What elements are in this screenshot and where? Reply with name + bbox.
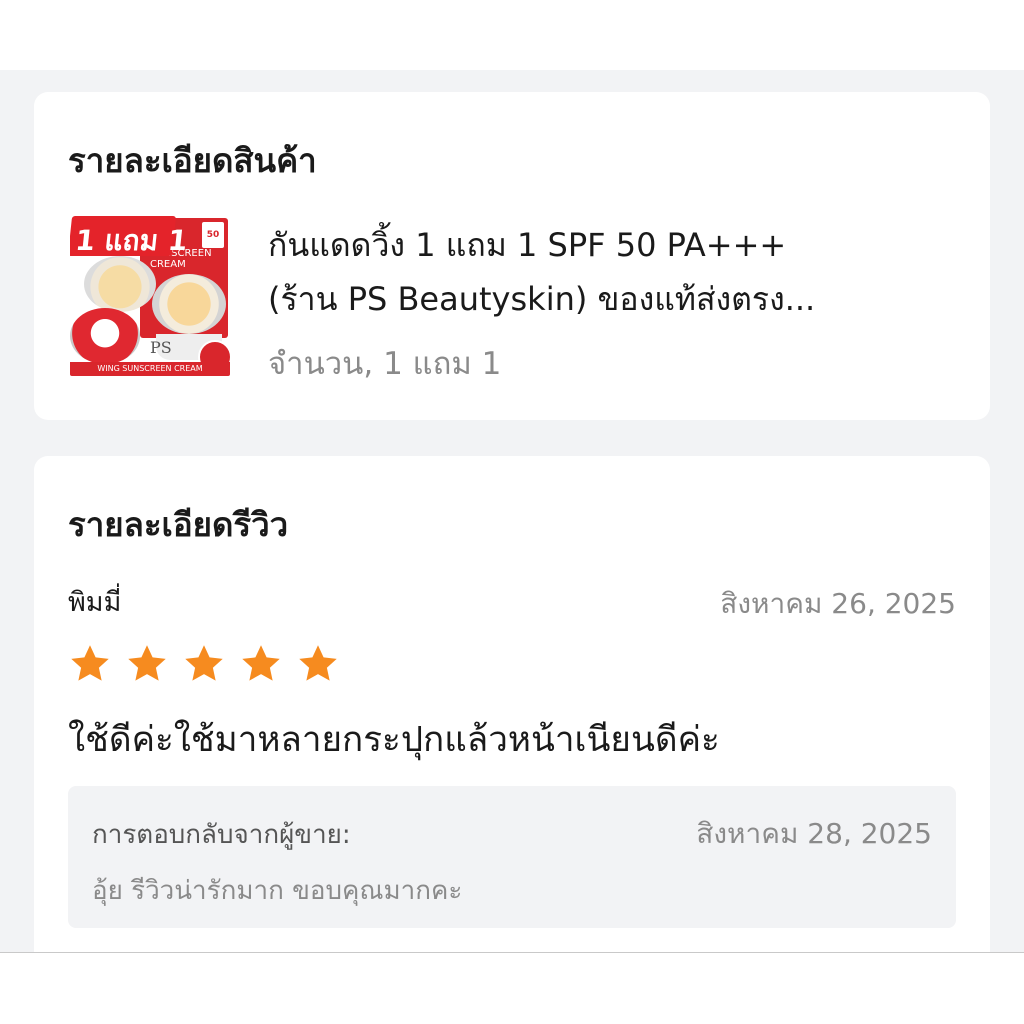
- cream-jar-graphic: [84, 256, 156, 312]
- product-image[interactable]: 50 SUNSCREEN CREAM PS 1 แถม 1 WING SUNSC…: [70, 216, 230, 376]
- spf-badge: 50: [202, 222, 224, 248]
- product-name[interactable]: กันแดดวิ้ง 1 แถม 1 SPF 50 PA+++ (ร้าน PS…: [268, 218, 958, 326]
- promo-badge: 1 แถม 1: [70, 216, 189, 257]
- ps-logo: PS: [150, 338, 172, 357]
- product-name-line-1: กันแดดวิ้ง 1 แถม 1 SPF 50 PA+++: [268, 226, 787, 264]
- product-image-footer: WING SUNSCREEN CREAM: [70, 362, 230, 376]
- product-name-line-2: (ร้าน PS Beautyskin) ของแท้ส่งตรง...: [268, 280, 816, 318]
- cream-jar-graphic: [152, 274, 226, 334]
- jar-lid-graphic: [70, 308, 140, 364]
- star-icon: [182, 642, 226, 686]
- seller-reply-box: การตอบกลับจากผู้ขาย: สิงหาคม 28, 2025 อุ…: [68, 786, 956, 928]
- seller-reply-text: อุ้ย รีวิวน่ารักมาก ขอบคุณมากคะ: [92, 876, 463, 906]
- review-details-card: รายละเอียดรีวิว พิมมี่ สิงหาคม 26, 2025 …: [34, 456, 990, 952]
- review-text: ใช้ดีค่ะใช้มาหลายกระปุกแล้วหน้าเนียนดีค่…: [68, 720, 720, 760]
- product-details-card: รายละเอียดสินค้า 50 SUNSCREEN CREAM PS 1…: [34, 92, 990, 420]
- bottom-bar: [0, 952, 1024, 1024]
- star-icon: [68, 642, 112, 686]
- review-section-title: รายละเอียดรีวิว: [68, 505, 289, 544]
- star-icon: [239, 642, 283, 686]
- star-icon: [296, 642, 340, 686]
- promo-badge-text: 1 แถม 1: [73, 224, 190, 257]
- product-section-title: รายละเอียดสินค้า: [68, 141, 317, 180]
- seller-reply-label: การตอบกลับจากผู้ขาย:: [92, 820, 351, 850]
- reviewer-name: พิมมี่: [68, 587, 122, 618]
- product-quantity: จำนวน, 1 แถม 1: [268, 346, 502, 382]
- top-bar: [0, 0, 1024, 70]
- review-date: สิงหาคม 26, 2025: [720, 587, 956, 620]
- seller-reply-date: สิงหาคม 28, 2025: [696, 817, 932, 850]
- star-rating: [68, 642, 353, 686]
- star-icon: [125, 642, 169, 686]
